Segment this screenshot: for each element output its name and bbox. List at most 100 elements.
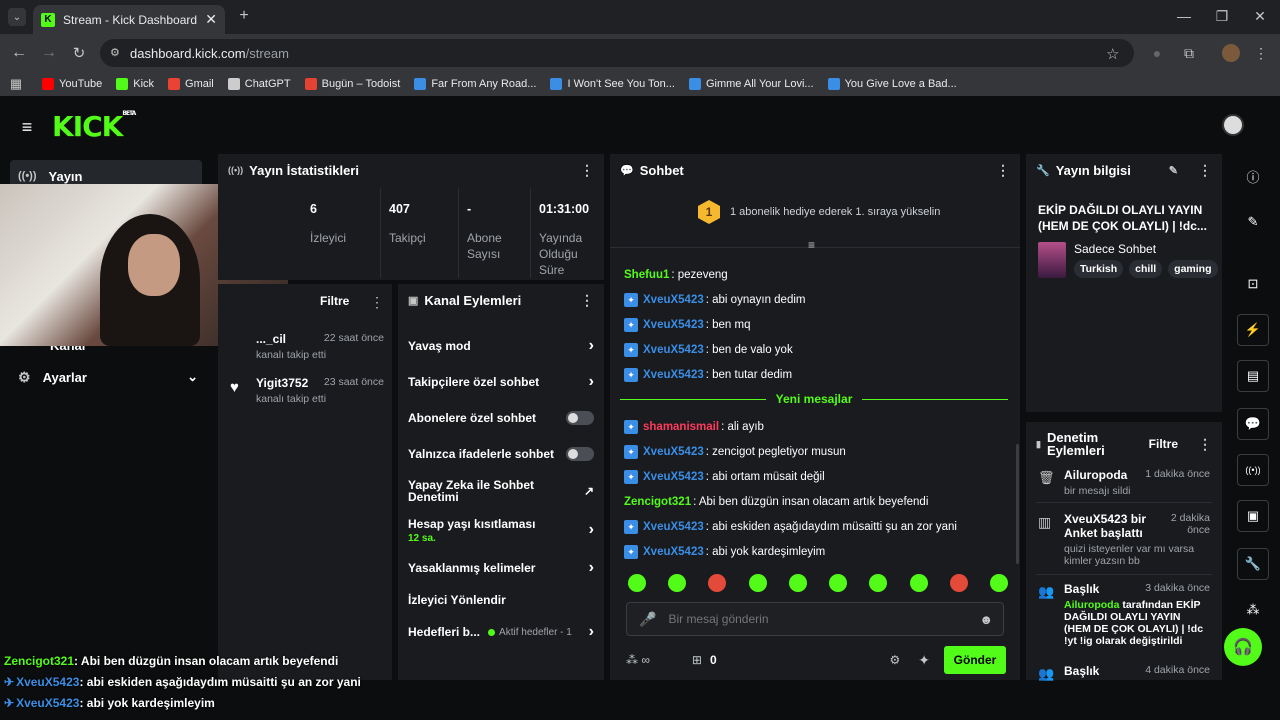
close-tab-icon[interactable]: ✕: [205, 11, 217, 28]
wrench-icon[interactable]: 🔧: [1237, 548, 1269, 580]
bookmark-item[interactable]: I Won't See You Ton...: [550, 78, 675, 90]
emote-icon[interactable]: [748, 574, 767, 592]
tag-chip[interactable]: gaming: [1168, 260, 1218, 278]
message-input[interactable]: [668, 612, 980, 626]
mod-menu-icon[interactable]: ⋮: [1198, 436, 1212, 453]
bookmark-item[interactable]: YouTube: [42, 78, 102, 90]
tab-search-icon[interactable]: ⌄: [8, 8, 26, 26]
reload-icon[interactable]: ↻: [70, 44, 88, 62]
chevron-right-icon: ›: [588, 373, 594, 390]
info-icon[interactable]: ⓘ: [1237, 160, 1269, 192]
actions-menu-icon[interactable]: ⋮: [580, 292, 594, 309]
info-menu-icon[interactable]: ⋮: [1198, 162, 1212, 179]
emote-icon[interactable]: [909, 574, 928, 592]
emote-icon[interactable]: [949, 574, 968, 592]
chat-message: ✦ shamanismail: ali ayıb: [610, 414, 1010, 439]
send-button[interactable]: Gönder: [944, 646, 1006, 674]
banned-words-item[interactable]: Yasaklanmış kelimeler ›: [398, 550, 604, 586]
edit-icon[interactable]: ✎: [1237, 206, 1269, 238]
chat-username[interactable]: Shefuu1: [624, 269, 669, 281]
chat-username[interactable]: XveuX5423: [643, 344, 704, 356]
user-avatar[interactable]: [1222, 114, 1244, 136]
close-window-icon[interactable]: ✕: [1252, 8, 1268, 24]
chat-text: : Abi ben düzgün insan olacam artık beye…: [693, 495, 929, 508]
emote-icon[interactable]: [989, 574, 1008, 592]
points-icon[interactable]: ⁂: [1237, 594, 1269, 626]
chat-username[interactable]: XveuX5423: [643, 294, 704, 306]
site-info-icon[interactable]: ⚙: [110, 46, 120, 59]
bookmark-item[interactable]: You Give Love a Bad...: [827, 78, 957, 90]
subs-only-toggle[interactable]: [566, 411, 594, 425]
ai-moderation-item[interactable]: Yapay Zeka ile Sohbet Denetimi ↗: [398, 472, 604, 510]
forward-icon[interactable]: →: [40, 44, 58, 62]
emote-icon[interactable]: [628, 574, 646, 592]
bookmark-item[interactable]: Gmail: [168, 78, 214, 90]
emote-icon[interactable]: [829, 574, 848, 592]
extensions-puzzle-icon[interactable]: ⧉: [1180, 44, 1198, 62]
microphone-icon[interactable]: 🎤: [639, 611, 656, 628]
chat-username[interactable]: shamanismail: [643, 421, 719, 433]
followers-only-item[interactable]: Takipçilere özel sohbet ›: [398, 364, 604, 400]
lightning-icon[interactable]: ⚡: [1237, 314, 1269, 346]
emote-icon[interactable]: [708, 574, 727, 592]
activity-menu-icon[interactable]: ⋮: [370, 294, 384, 311]
emote-icon[interactable]: [668, 574, 687, 592]
emote-icon[interactable]: [788, 574, 807, 592]
bookmark-item[interactable]: Bugün – Todoist: [304, 78, 400, 90]
chat-input[interactable]: 🎤 ☻: [626, 602, 1004, 636]
bookmark-star-icon[interactable]: ☆: [1106, 45, 1119, 63]
goals-item[interactable]: Hedefleri b... Aktif hedefler - 1 ›: [398, 614, 604, 650]
emote-icon[interactable]: [869, 574, 888, 592]
tag-chip[interactable]: chill: [1129, 260, 1163, 278]
bookmark-item[interactable]: ChatGPT: [227, 78, 291, 90]
emoji-picker-icon[interactable]: ☻: [979, 612, 993, 627]
layout-icon[interactable]: ▣: [1237, 500, 1269, 532]
chat-username[interactable]: Zencigot321: [624, 496, 691, 508]
sidebar-item-ayarlar[interactable]: ⚙ Ayarlar ⌄: [10, 366, 202, 388]
minimize-icon[interactable]: —: [1176, 8, 1192, 24]
chat-username[interactable]: XveuX5423: [643, 546, 704, 558]
slow-mode-item[interactable]: Yavaş mod ›: [398, 328, 604, 364]
browser-toolbar: ← → ↻ ⚙ dashboard.kick.com/stream ☆ ● ⧉ …: [0, 34, 1280, 72]
mod-filter-button[interactable]: Filtre: [1149, 437, 1178, 451]
chat-username[interactable]: XveuX5423: [643, 319, 704, 331]
chat-menu-icon[interactable]: ⋮: [996, 162, 1010, 179]
chat-username[interactable]: XveuX5423: [643, 521, 704, 533]
address-bar[interactable]: ⚙ dashboard.kick.com/stream ☆: [100, 39, 1134, 67]
bookmark-item[interactable]: Far From Any Road...: [414, 78, 536, 90]
activity-filter-button[interactable]: Filtre: [320, 294, 349, 308]
support-headset-button[interactable]: 🎧: [1224, 628, 1262, 666]
new-tab-icon[interactable]: +: [236, 7, 252, 24]
notes-icon[interactable]: ▤: [1237, 360, 1269, 392]
apps-grid-icon[interactable]: ▦: [8, 76, 24, 92]
chat-bubble-icon[interactable]: 💬: [1237, 408, 1269, 440]
back-icon[interactable]: ←: [10, 44, 28, 62]
chat-scrollbar[interactable]: [1016, 444, 1019, 564]
bookmark-item[interactable]: Kick: [116, 78, 154, 90]
restore-icon[interactable]: ❐: [1214, 8, 1230, 24]
chat-settings-icon[interactable]: ⚙: [890, 653, 901, 667]
emote-only-toggle[interactable]: [566, 447, 594, 461]
channel-actions-icon: ▣: [408, 294, 419, 307]
profile-avatar[interactable]: [1222, 44, 1240, 62]
tag-chip[interactable]: Turkish: [1074, 260, 1124, 278]
channel-points-icon[interactable]: ⁂ ∞: [626, 653, 650, 667]
gift-leaderboard[interactable]: 1 1 abonelik hediye ederek 1. sıraya yük…: [698, 200, 940, 224]
sparkle-icon[interactable]: ✦: [918, 652, 930, 669]
browser-tab[interactable]: K Stream - Kick Dashboard ✕: [33, 5, 225, 34]
screenshot-icon[interactable]: ⊡: [1237, 268, 1269, 300]
broadcast-icon[interactable]: ((•)): [1237, 454, 1269, 486]
bookmark-item[interactable]: Gimme All Your Lovi...: [688, 78, 814, 90]
chat-username[interactable]: XveuX5423: [643, 369, 704, 381]
extension-icon[interactable]: ●: [1148, 44, 1166, 62]
chat-username[interactable]: XveuX5423: [643, 446, 704, 458]
stats-menu-icon[interactable]: ⋮: [580, 162, 594, 179]
edit-pencil-icon[interactable]: ✎: [1169, 164, 1178, 177]
browser-menu-icon[interactable]: ⋮: [1254, 44, 1268, 62]
redirect-viewers-item[interactable]: İzleyici Yönlendir: [398, 586, 604, 614]
pinned-toggle-icon[interactable]: ≡: [808, 238, 815, 252]
gift-icon[interactable]: ⊞: [692, 653, 702, 667]
account-age-item[interactable]: Hesap yaşı kısıtlaması 12 sa. ›: [398, 510, 604, 550]
chat-username[interactable]: XveuX5423: [643, 471, 704, 483]
hamburger-menu-icon[interactable]: ≡: [18, 117, 36, 137]
